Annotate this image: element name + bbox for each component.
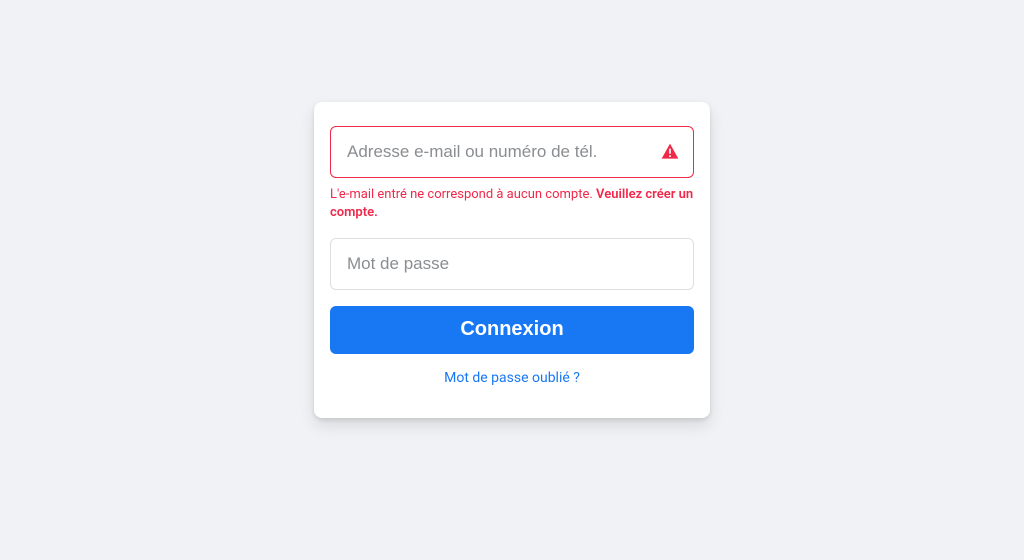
forgot-password-link[interactable]: Mot de passe oublié ? <box>330 370 694 386</box>
error-text-prefix: L'e-mail entré ne correspond à aucun com… <box>330 187 596 202</box>
login-card: L'e-mail entré ne correspond à aucun com… <box>314 102 710 417</box>
email-field-wrapper <box>330 126 694 178</box>
email-error-message: L'e-mail entré ne correspond à aucun com… <box>330 186 694 221</box>
login-button[interactable]: Connexion <box>330 306 694 354</box>
password-field-wrapper <box>330 238 694 290</box>
email-input[interactable] <box>330 126 694 178</box>
error-icon <box>660 142 680 162</box>
password-input[interactable] <box>330 238 694 290</box>
